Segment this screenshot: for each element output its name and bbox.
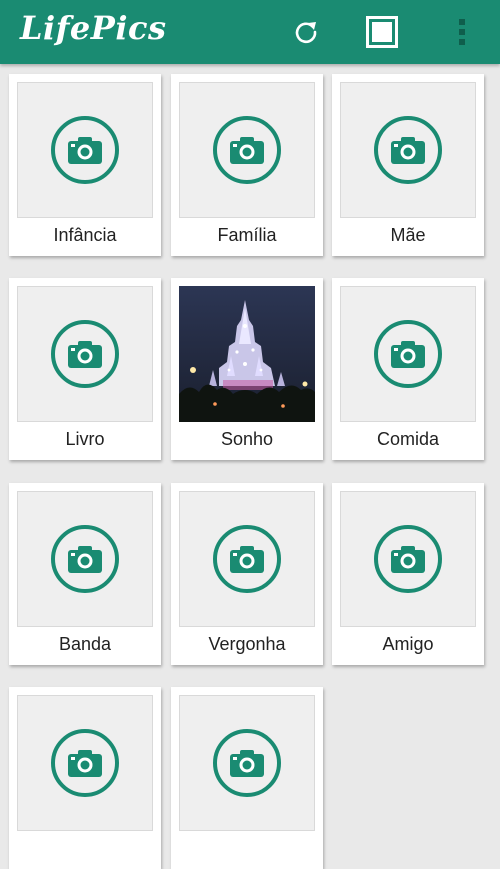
card-label: Banda (58, 634, 112, 654)
photo-placeholder[interactable] (179, 491, 315, 627)
photo-card[interactable]: Sonho (171, 278, 323, 460)
camera-button[interactable] (51, 729, 119, 797)
photo-grid: Infância Família Mãe Livro Sonho Comida … (0, 64, 500, 869)
refresh-icon (295, 22, 317, 44)
photo-placeholder[interactable] (17, 695, 153, 831)
card-label: Amigo (382, 634, 434, 654)
app-logo: LifePics (20, 9, 167, 47)
camera-button[interactable] (213, 525, 281, 593)
camera-icon (68, 546, 102, 573)
castle-photo-image (179, 286, 315, 422)
camera-icon (391, 341, 425, 368)
photo-placeholder[interactable] (179, 82, 315, 218)
photo-card[interactable] (9, 687, 161, 869)
camera-icon (391, 137, 425, 164)
refresh-button[interactable] (286, 12, 326, 52)
card-label: Família (217, 225, 277, 245)
photo-placeholder[interactable] (340, 82, 476, 218)
photo-placeholder[interactable] (340, 286, 476, 422)
camera-button[interactable] (374, 525, 442, 593)
photo-placeholder[interactable] (17, 82, 153, 218)
camera-button[interactable] (51, 116, 119, 184)
camera-icon (230, 546, 264, 573)
frame-toggle-button[interactable] (362, 12, 402, 52)
photo-card[interactable]: Comida (332, 278, 484, 460)
overflow-menu-button[interactable] (442, 12, 482, 52)
photo-placeholder[interactable] (17, 491, 153, 627)
photo-card[interactable]: Livro (9, 278, 161, 460)
camera-button[interactable] (51, 320, 119, 388)
camera-icon (230, 750, 264, 777)
camera-button[interactable] (213, 729, 281, 797)
camera-button[interactable] (374, 320, 442, 388)
camera-icon (68, 750, 102, 777)
overflow-menu-icon (459, 19, 465, 45)
photo-card[interactable]: Amigo (332, 483, 484, 665)
app-bar: LifePics (0, 0, 500, 64)
card-label: Comida (376, 429, 440, 449)
card-label: Livro (65, 429, 105, 449)
camera-button[interactable] (213, 116, 281, 184)
castle-photo[interactable] (179, 286, 315, 422)
photo-placeholder[interactable] (179, 695, 315, 831)
card-label: Infância (53, 225, 117, 245)
photo-card[interactable]: Mãe (332, 74, 484, 256)
photo-card[interactable]: Família (171, 74, 323, 256)
photo-placeholder[interactable] (17, 286, 153, 422)
camera-icon (68, 341, 102, 368)
photo-placeholder[interactable] (340, 491, 476, 627)
photo-card[interactable]: Banda (9, 483, 161, 665)
card-label: Sonho (220, 429, 274, 449)
photo-card[interactable] (171, 687, 323, 869)
card-label: Vergonha (208, 634, 286, 654)
camera-button[interactable] (51, 525, 119, 593)
camera-icon (230, 137, 264, 164)
camera-icon (68, 137, 102, 164)
photo-card[interactable]: Infância (9, 74, 161, 256)
photo-card[interactable]: Vergonha (171, 483, 323, 665)
card-label: Mãe (390, 225, 426, 245)
camera-button[interactable] (374, 116, 442, 184)
square-frame-icon (366, 16, 398, 48)
camera-icon (391, 546, 425, 573)
